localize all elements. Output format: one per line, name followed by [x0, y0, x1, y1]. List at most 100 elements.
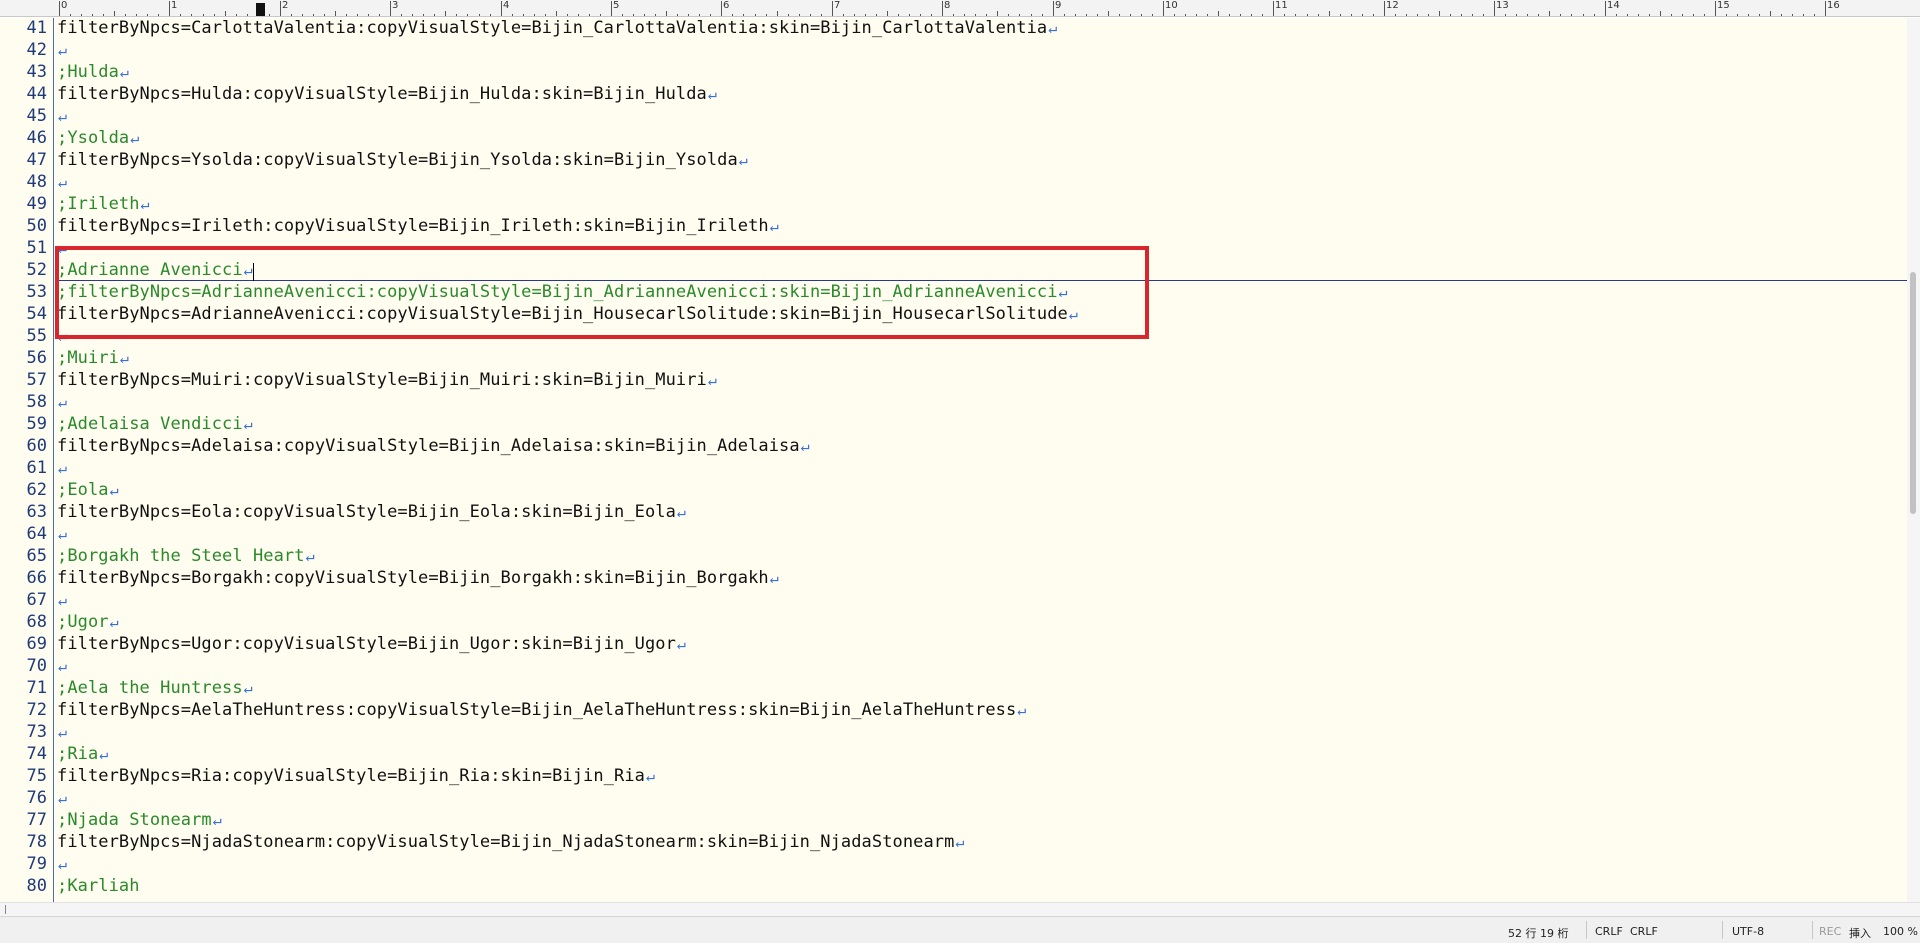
- blank-line[interactable]: ↵: [57, 171, 67, 193]
- code-line[interactable]: filterByNpcs=Irileth:copyVisualStyle=Bij…: [57, 215, 779, 237]
- line-number: 78: [26, 832, 47, 852]
- horizontal-scrollbar[interactable]: |: [0, 902, 1920, 916]
- ruler-number: 1: [171, 0, 178, 11]
- line-number: 51: [26, 238, 47, 258]
- end-of-line-icon: ↵: [130, 129, 140, 147]
- comment-line[interactable]: ;Irileth↵: [57, 193, 150, 215]
- comment-line[interactable]: ;filterByNpcs=AdrianneAvenicci:copyVisua…: [57, 281, 1068, 303]
- end-of-line-icon: ↵: [243, 261, 253, 279]
- code-line[interactable]: filterByNpcs=Borgakh:copyVisualStyle=Bij…: [57, 567, 779, 589]
- ruler-number: 0: [61, 0, 68, 11]
- comment-line[interactable]: ;Karliah: [57, 875, 140, 897]
- blank-line[interactable]: ↵: [57, 237, 67, 259]
- end-of-line-icon: ↵: [58, 657, 68, 675]
- line-number: 53: [26, 282, 47, 302]
- vertical-scrollbar-thumb[interactable]: [1910, 272, 1916, 514]
- end-of-line-icon: ↵: [58, 789, 68, 807]
- blank-line[interactable]: ↵: [57, 39, 67, 61]
- status-separator: [1722, 921, 1723, 939]
- line-text: ;Muiri: [57, 348, 119, 368]
- end-of-line-icon: ↵: [645, 767, 656, 785]
- status-separator: [1586, 921, 1587, 939]
- code-line[interactable]: filterByNpcs=Ugor:copyVisualStyle=Bijin_…: [57, 633, 686, 655]
- blank-line[interactable]: ↵: [57, 589, 67, 611]
- blank-line[interactable]: ↵: [57, 787, 67, 809]
- scroll-left-arrow-icon[interactable]: |: [4, 905, 7, 915]
- end-of-line-icon: ↵: [707, 371, 717, 389]
- comment-line[interactable]: ;Aela the Huntress↵: [57, 677, 253, 699]
- end-of-line-icon: ↵: [58, 327, 68, 345]
- line-text: filterByNpcs=Muiri:copyVisualStyle=Bijin…: [57, 370, 707, 390]
- blank-line[interactable]: ↵: [57, 325, 67, 347]
- blank-line[interactable]: ↵: [57, 391, 67, 413]
- code-line[interactable]: filterByNpcs=Eola:copyVisualStyle=Bijin_…: [57, 501, 686, 523]
- line-number: 60: [26, 436, 47, 456]
- end-of-line-icon: ↵: [109, 481, 119, 499]
- line-text: filterByNpcs=Irileth:copyVisualStyle=Bij…: [57, 216, 769, 236]
- line-text: ;Adelaisa Vendicci: [57, 414, 243, 434]
- line-number: 61: [26, 458, 47, 478]
- line-number: 43: [26, 62, 47, 82]
- line-text: filterByNpcs=NjadaStonearm:copyVisualSty…: [57, 832, 955, 852]
- vertical-scrollbar[interactable]: [1907, 18, 1920, 902]
- ruler-number: 16: [1827, 0, 1840, 11]
- line-number: 75: [26, 766, 47, 786]
- end-of-line-icon: ↵: [58, 591, 68, 609]
- status-separator: [1812, 921, 1813, 939]
- end-of-line-icon: ↵: [58, 855, 68, 873]
- code-line[interactable]: filterByNpcs=Ria:copyVisualStyle=Bijin_R…: [57, 765, 655, 787]
- line-number: 57: [26, 370, 47, 390]
- end-of-line-icon: ↵: [1017, 701, 1027, 719]
- line-number: 69: [26, 634, 47, 654]
- line-text: ;Adrianne Avenicci: [57, 260, 243, 280]
- comment-line[interactable]: ;Ria↵: [57, 743, 108, 765]
- end-of-line-icon: ↵: [99, 745, 109, 763]
- comment-line[interactable]: ;Muiri↵: [57, 347, 129, 369]
- line-number: 72: [26, 700, 47, 720]
- insert-mode-indicator[interactable]: 挿入: [1849, 925, 1871, 941]
- line-text: filterByNpcs=AelaTheHuntress:copyVisualS…: [57, 700, 1017, 720]
- newline-mode-2[interactable]: CRLF: [1630, 925, 1658, 938]
- code-line[interactable]: filterByNpcs=Hulda:copyVisualStyle=Bijin…: [57, 83, 717, 105]
- code-line[interactable]: filterByNpcs=NjadaStonearm:copyVisualSty…: [57, 831, 965, 853]
- line-text: filterByNpcs=Adelaisa:copyVisualStyle=Bi…: [57, 436, 800, 456]
- comment-line[interactable]: ;Adrianne Avenicci↵: [57, 259, 253, 281]
- code-line[interactable]: filterByNpcs=Ysolda:copyVisualStyle=Biji…: [57, 149, 748, 171]
- comment-line[interactable]: ;Hulda↵: [57, 61, 129, 83]
- blank-line[interactable]: ↵: [57, 721, 67, 743]
- comment-line[interactable]: ;Borgakh the Steel Heart↵: [57, 545, 315, 567]
- line-number: 80: [26, 876, 47, 896]
- code-line[interactable]: filterByNpcs=CarlottaValentia:copyVisual…: [57, 18, 1057, 39]
- line-number-gutter[interactable]: 41 42 43 44 45 46 47 48 49 50 51 52 53 54 55 56 57 58 59 60…: [0, 18, 54, 902]
- encoding-indicator[interactable]: UTF-8: [1732, 925, 1764, 938]
- comment-line[interactable]: ;Ysolda↵: [57, 127, 139, 149]
- text-caret: [253, 263, 254, 281]
- code-line[interactable]: filterByNpcs=AelaTheHuntress:copyVisualS…: [57, 699, 1026, 721]
- blank-line[interactable]: ↵: [57, 523, 67, 545]
- code-line[interactable]: filterByNpcs=Muiri:copyVisualStyle=Bijin…: [57, 369, 717, 391]
- blank-line[interactable]: ↵: [57, 105, 67, 127]
- ruler-number: 2: [282, 0, 289, 11]
- zoom-indicator[interactable]: 100 %: [1883, 925, 1918, 938]
- comment-line[interactable]: ;Njada Stonearm↵: [57, 809, 222, 831]
- editor-text-area[interactable]: filterByNpcs=CarlottaValentia:copyVisual…: [55, 18, 1907, 902]
- rec-indicator[interactable]: REC: [1819, 925, 1841, 938]
- blank-line[interactable]: ↵: [57, 655, 67, 677]
- cursor-line-underline: [55, 280, 1907, 281]
- line-number: 66: [26, 568, 47, 588]
- comment-line[interactable]: ;Adelaisa Vendicci↵: [57, 413, 253, 435]
- end-of-line-icon: ↵: [212, 811, 222, 829]
- cursor-position-indicator[interactable]: 52 行 19 桁: [1508, 925, 1568, 941]
- end-of-line-icon: ↵: [738, 151, 748, 169]
- newline-mode-1[interactable]: CRLF: [1595, 925, 1623, 938]
- code-line[interactable]: filterByNpcs=Adelaisa:copyVisualStyle=Bi…: [57, 435, 810, 457]
- blank-line[interactable]: ↵: [57, 457, 67, 479]
- code-line[interactable]: filterByNpcs=AdrianneAvenicci:copyVisual…: [57, 303, 1078, 325]
- line-text: filterByNpcs=Eola:copyVisualStyle=Bijin_…: [57, 502, 676, 522]
- line-text: ;Aela the Huntress: [57, 678, 243, 698]
- end-of-line-icon: ↵: [243, 679, 253, 697]
- blank-line[interactable]: ↵: [57, 853, 67, 875]
- comment-line[interactable]: ;Eola↵: [57, 479, 119, 501]
- comment-line[interactable]: ;Ugor↵: [57, 611, 119, 633]
- line-number: 71: [26, 678, 47, 698]
